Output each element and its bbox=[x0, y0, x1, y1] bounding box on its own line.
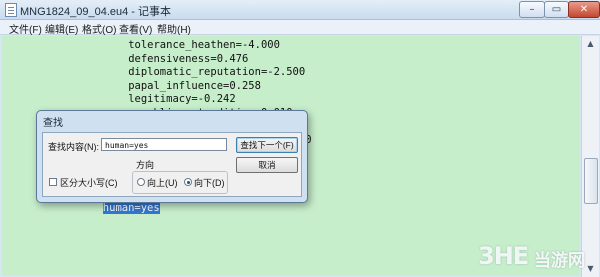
watermark-text: 当游网 bbox=[534, 251, 585, 271]
cancel-button[interactable]: 取消 bbox=[236, 157, 298, 173]
editor-line: papal_influence=0.258 bbox=[128, 79, 261, 92]
direction-up-label[interactable]: 向上(U) bbox=[147, 176, 178, 189]
watermark-logo: 3HE bbox=[478, 242, 529, 270]
editor-line: tolerance_heathen=-4.000 bbox=[128, 39, 280, 51]
direction-label: 方向 bbox=[136, 160, 155, 170]
menu-bar: 文件(F) 编辑(E) 格式(O) 查看(V) 帮助(H) bbox=[0, 20, 600, 36]
window-title: MNG1824_09_04.eu4 - 记事本 bbox=[20, 6, 172, 18]
menu-view[interactable]: 查看(V) bbox=[119, 21, 152, 36]
find-what-input[interactable]: human=yes bbox=[101, 138, 227, 151]
find-dialog-title: 查找 bbox=[43, 118, 63, 129]
menu-file[interactable]: 文件(F) bbox=[9, 21, 42, 36]
find-dialog: 查找 查找内容(N): human=yes 查找下一个(F) 取消 方向 向上(… bbox=[36, 110, 308, 203]
find-dialog-body: 查找内容(N): human=yes 查找下一个(F) 取消 方向 向上(U) … bbox=[42, 132, 302, 197]
scrollbar-thumb[interactable] bbox=[584, 158, 598, 204]
direction-group: 向上(U) 向下(D) bbox=[132, 171, 228, 194]
site-watermark: 3HE 当游网 bbox=[478, 240, 596, 274]
maximize-button[interactable]: ▭ bbox=[544, 1, 569, 18]
editor-line: diplomatic_reputation=-2.500 bbox=[128, 66, 306, 79]
direction-up-radio[interactable] bbox=[137, 178, 145, 186]
minimize-button[interactable]: – bbox=[519, 1, 545, 18]
editor-line: human=yes bbox=[102, 202, 160, 215]
editor-line: defensiveness=0.476 bbox=[128, 52, 249, 65]
selected-text: human=yes bbox=[102, 202, 160, 215]
notepad-icon bbox=[5, 3, 17, 17]
menu-edit[interactable]: 编辑(E) bbox=[45, 21, 78, 36]
menu-format[interactable]: 格式(O) bbox=[82, 21, 116, 36]
find-what-label: 查找内容(N): bbox=[48, 142, 99, 152]
title-bar[interactable]: MNG1824_09_04.eu4 - 记事本 – ▭ ✕ bbox=[0, 0, 600, 20]
direction-down-label[interactable]: 向下(D) bbox=[194, 176, 225, 189]
direction-down-radio[interactable] bbox=[184, 178, 192, 186]
match-case-label[interactable]: 区分大小写(C) bbox=[60, 176, 118, 189]
find-next-button[interactable]: 查找下一个(F) bbox=[236, 137, 298, 153]
match-case-checkbox[interactable] bbox=[49, 178, 57, 186]
menu-help[interactable]: 帮助(H) bbox=[157, 21, 191, 36]
scroll-up-arrow-icon[interactable]: ▲ bbox=[584, 37, 597, 50]
close-button[interactable]: ✕ bbox=[568, 1, 600, 18]
editor-line: legitimacy=-0.242 bbox=[128, 93, 236, 106]
